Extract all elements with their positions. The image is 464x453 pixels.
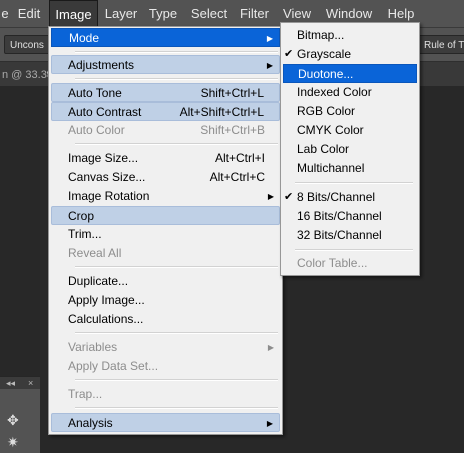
mode-item-rgb-color[interactable]: RGB Color [283,102,417,121]
submenu-arrow-icon: ▶ [266,419,273,428]
submenu-arrow-icon: ▶ [267,343,274,352]
menu-item-trap[interactable]: Trap... [51,385,280,404]
mode-item-duotone[interactable]: Duotone... [283,64,417,83]
mode-item-indexed-color[interactable]: Indexed Color [283,83,417,102]
mode-item-32-bits[interactable]: 32 Bits/Channel [283,226,417,245]
submenu-arrow-icon: ▶ [267,192,274,201]
menu-edit[interactable]: Edit [13,0,45,27]
menu-type[interactable]: Type [146,0,180,27]
mode-item-bitmap[interactable]: Bitmap... [283,26,417,45]
mode-item-16-bits[interactable]: 16 Bits/Channel [283,207,417,226]
menu-item-variables[interactable]: Variables ▶ [51,338,280,357]
separator [75,379,278,381]
separator [75,143,278,145]
magic-wand-tool-icon[interactable]: ✷ [7,435,19,449]
constrain-button[interactable]: Uncons [4,35,52,54]
menu-filter[interactable]: Filter [238,0,271,27]
menu-item-adjustments[interactable]: Adjustments ▶ [51,55,280,74]
mode-item-lab-color[interactable]: Lab Color [283,140,417,159]
menu-item-apply-data-set[interactable]: Apply Data Set... [51,357,280,376]
menu-image[interactable]: Image [49,0,98,27]
mode-item-cmyk-color[interactable]: CMYK Color [283,121,417,140]
move-tool-icon[interactable]: ✥ [7,413,19,427]
menu-item-analysis[interactable]: Analysis ▶ [51,413,280,432]
mode-item-grayscale[interactable]: ✔ Grayscale [283,45,417,64]
menu-item-calculations[interactable]: Calculations... [51,310,280,329]
menu-item-auto-tone[interactable]: Auto Tone Shift+Ctrl+L [51,83,280,102]
submenu-arrow-icon: ▶ [266,61,273,70]
mode-item-multichannel[interactable]: Multichannel [283,159,417,178]
separator [75,266,278,268]
menu-layer[interactable]: Layer [102,0,140,27]
separator [75,78,278,80]
mode-item-8-bits[interactable]: ✔ 8 Bits/Channel [283,188,417,207]
menu-item-crop[interactable]: Crop [51,206,280,225]
menu-item-auto-color[interactable]: Auto Color Shift+Ctrl+B [51,121,280,140]
menu-item-image-rotation[interactable]: Image Rotation ▶ [51,187,280,206]
image-menu: Mode ▶ Adjustments ▶ Auto Tone Shift+Ctr… [48,26,283,435]
menu-item-apply-image[interactable]: Apply Image... [51,291,280,310]
separator [75,407,278,409]
mode-item-color-table[interactable]: Color Table... [283,254,417,273]
menu-item-duplicate[interactable]: Duplicate... [51,272,280,291]
checkmark-icon: ✔ [284,191,294,203]
separator [75,332,278,334]
rule-of-thirds-button[interactable]: Rule of T [418,35,464,54]
checkmark-icon: ✔ [284,48,294,60]
menu-item-trim[interactable]: Trim... [51,225,280,244]
menu-item-reveal-all[interactable]: Reveal All [51,244,280,263]
menu-item-canvas-size[interactable]: Canvas Size... Alt+Ctrl+C [51,168,280,187]
separator [295,249,413,251]
collapse-icon[interactable]: ◂◂ [6,378,15,388]
submenu-arrow-icon: ▶ [266,34,273,43]
close-icon[interactable]: × [28,378,33,388]
menu-select[interactable]: Select [189,0,229,27]
tools-panel: ◂◂ × ✥ ✷ [0,376,40,453]
tools-panel-header[interactable]: ◂◂ × [0,377,40,389]
mode-submenu: Bitmap... ✔ Grayscale Duotone... Indexed… [280,22,420,276]
menu-item-mode[interactable]: Mode ▶ [51,28,280,47]
menu-item-auto-contrast[interactable]: Auto Contrast Alt+Shift+Ctrl+L [51,102,280,121]
menu-partial[interactable]: e [0,0,10,27]
menu-item-image-size[interactable]: Image Size... Alt+Ctrl+I [51,149,280,168]
separator [75,51,278,53]
separator [295,182,413,184]
